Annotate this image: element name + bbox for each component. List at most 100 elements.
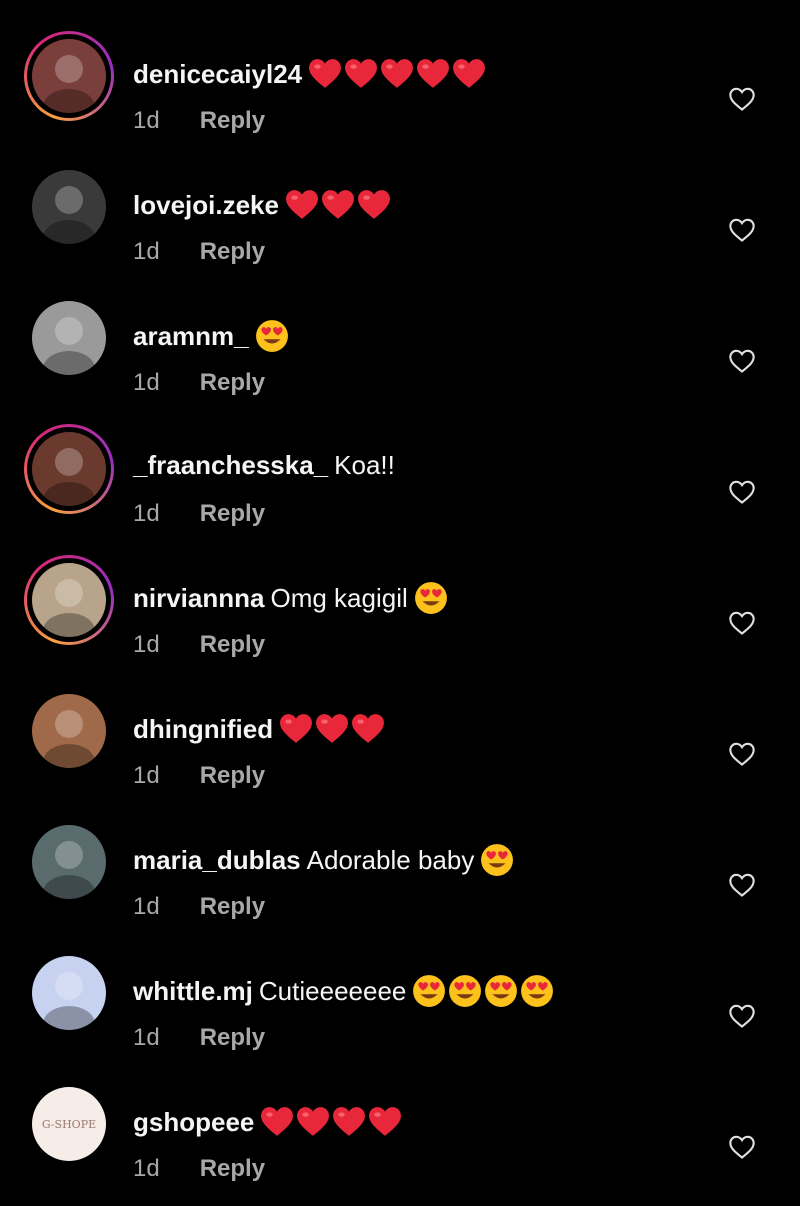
heart-eyes-emoji bbox=[484, 974, 518, 1008]
like-heart-icon[interactable] bbox=[728, 871, 756, 899]
red-heart-emoji bbox=[380, 57, 414, 91]
comment-text-line: denicecaiyl24 bbox=[133, 57, 486, 91]
comment-meta: 1d Reply bbox=[133, 238, 265, 266]
like-heart-icon[interactable] bbox=[728, 1002, 756, 1030]
comment-emojis bbox=[480, 843, 514, 877]
avatar-wrapper[interactable] bbox=[24, 817, 114, 907]
reply-button[interactable]: Reply bbox=[200, 369, 265, 397]
like-heart-icon[interactable] bbox=[728, 740, 756, 768]
red-heart-emoji bbox=[296, 1105, 330, 1139]
avatar[interactable] bbox=[32, 563, 106, 637]
comment-username[interactable]: lovejoi.zeke bbox=[133, 190, 279, 220]
comment-meta: 1d Reply bbox=[133, 369, 265, 397]
red-heart-emoji bbox=[332, 1105, 366, 1139]
comment-meta: 1d Reply bbox=[133, 1155, 265, 1183]
heart-eyes-emoji bbox=[414, 581, 448, 615]
like-heart-icon[interactable] bbox=[728, 347, 756, 375]
comment-timestamp: 1d bbox=[133, 1155, 160, 1182]
avatar-ring-gap bbox=[27, 34, 111, 118]
reply-button[interactable]: Reply bbox=[200, 893, 265, 921]
comment-timestamp: 1d bbox=[133, 369, 160, 396]
comment-emojis bbox=[260, 1105, 402, 1139]
reply-button[interactable]: Reply bbox=[200, 631, 265, 659]
comment-timestamp: 1d bbox=[133, 107, 160, 134]
comment-text-line: lovejoi.zeke bbox=[133, 188, 391, 222]
reply-button[interactable]: Reply bbox=[200, 1024, 265, 1052]
comment-username[interactable]: nirviannna bbox=[133, 583, 264, 613]
comment-username[interactable]: denicecaiyl24 bbox=[133, 59, 302, 89]
comment-username[interactable]: gshopeee bbox=[133, 1107, 254, 1137]
red-heart-emoji bbox=[351, 712, 385, 746]
comment-row: denicecaiyl24 1d Reply bbox=[0, 13, 800, 144]
avatar[interactable]: G-SHOPE bbox=[32, 1087, 106, 1161]
comment-text: Koa!! bbox=[334, 450, 395, 480]
avatar-logo-text: G-SHOPE bbox=[41, 1117, 97, 1131]
comment-timestamp: 1d bbox=[133, 762, 160, 789]
heart-eyes-emoji bbox=[255, 319, 289, 353]
avatar-story-ring[interactable] bbox=[24, 424, 114, 514]
avatar[interactable] bbox=[32, 825, 106, 899]
comment-meta: 1d Reply bbox=[133, 631, 265, 659]
avatar-ring-gap bbox=[27, 558, 111, 642]
comment-meta: 1d Reply bbox=[133, 893, 265, 921]
reply-button[interactable]: Reply bbox=[200, 762, 265, 790]
comment-timestamp: 1d bbox=[133, 238, 160, 265]
comment-emojis bbox=[279, 712, 385, 746]
comment-text-line: gshopeee bbox=[133, 1105, 402, 1139]
comment-text-line: whittle.mj Cutieeeeeee bbox=[133, 974, 554, 1008]
reply-button[interactable]: Reply bbox=[200, 500, 265, 528]
like-heart-icon[interactable] bbox=[728, 478, 756, 506]
comment-username[interactable]: aramnm_ bbox=[133, 321, 249, 351]
comment-username[interactable]: _fraanchesska_ bbox=[133, 450, 328, 480]
comment-timestamp: 1d bbox=[133, 631, 160, 658]
red-heart-emoji bbox=[315, 712, 349, 746]
red-heart-emoji bbox=[344, 57, 378, 91]
comment-username[interactable]: whittle.mj bbox=[133, 976, 253, 1006]
comment-username[interactable]: dhingnified bbox=[133, 714, 273, 744]
red-heart-emoji bbox=[308, 57, 342, 91]
avatar-wrapper[interactable]: G-SHOPE bbox=[24, 1079, 114, 1169]
comment-text-line: aramnm_ bbox=[133, 319, 289, 353]
comment-row: whittle.mj Cutieeeeeee 1d Reply bbox=[0, 930, 800, 1061]
reply-button[interactable]: Reply bbox=[200, 107, 265, 135]
comment-text-line: maria_dublas Adorable baby bbox=[133, 843, 514, 877]
comment-emojis bbox=[308, 57, 486, 91]
reply-button[interactable]: Reply bbox=[200, 1155, 265, 1183]
avatar[interactable] bbox=[32, 956, 106, 1030]
red-heart-emoji bbox=[357, 188, 391, 222]
comment-row: nirviannna Omg kagigil 1d Reply bbox=[0, 537, 800, 668]
avatar[interactable] bbox=[32, 432, 106, 506]
comment-emojis bbox=[412, 974, 554, 1008]
avatar-story-ring[interactable] bbox=[24, 555, 114, 645]
comment-text: Cutieeeeeee bbox=[258, 976, 407, 1006]
avatar-wrapper[interactable] bbox=[24, 686, 114, 776]
comment-emojis bbox=[414, 581, 448, 615]
avatar[interactable] bbox=[32, 694, 106, 768]
comment-timestamp: 1d bbox=[133, 1024, 160, 1051]
comment-row: _fraanchesska_ Koa!! 1d Reply bbox=[0, 406, 800, 537]
comment-meta: 1d Reply bbox=[133, 500, 265, 528]
like-heart-icon[interactable] bbox=[728, 1133, 756, 1161]
avatar-ring-gap bbox=[27, 427, 111, 511]
comment-meta: 1d Reply bbox=[133, 1024, 265, 1052]
like-heart-icon[interactable] bbox=[728, 609, 756, 637]
red-heart-emoji bbox=[416, 57, 450, 91]
avatar[interactable] bbox=[32, 170, 106, 244]
comment-text-line: nirviannna Omg kagigil bbox=[133, 581, 448, 615]
red-heart-emoji bbox=[279, 712, 313, 746]
red-heart-emoji bbox=[321, 188, 355, 222]
avatar-wrapper[interactable] bbox=[24, 948, 114, 1038]
avatar-wrapper[interactable] bbox=[24, 293, 114, 383]
avatar-story-ring[interactable] bbox=[24, 31, 114, 121]
avatar[interactable] bbox=[32, 39, 106, 113]
avatar[interactable] bbox=[32, 301, 106, 375]
like-heart-icon[interactable] bbox=[728, 85, 756, 113]
comment-row: aramnm_ 1d Reply bbox=[0, 275, 800, 406]
comment-text: Adorable baby bbox=[306, 845, 475, 875]
reply-button[interactable]: Reply bbox=[200, 238, 265, 266]
avatar-wrapper[interactable] bbox=[24, 162, 114, 252]
like-heart-icon[interactable] bbox=[728, 216, 756, 244]
comment-username[interactable]: maria_dublas bbox=[133, 845, 301, 875]
comment-timestamp: 1d bbox=[133, 893, 160, 920]
comment-text-line: _fraanchesska_ Koa!! bbox=[133, 450, 395, 480]
